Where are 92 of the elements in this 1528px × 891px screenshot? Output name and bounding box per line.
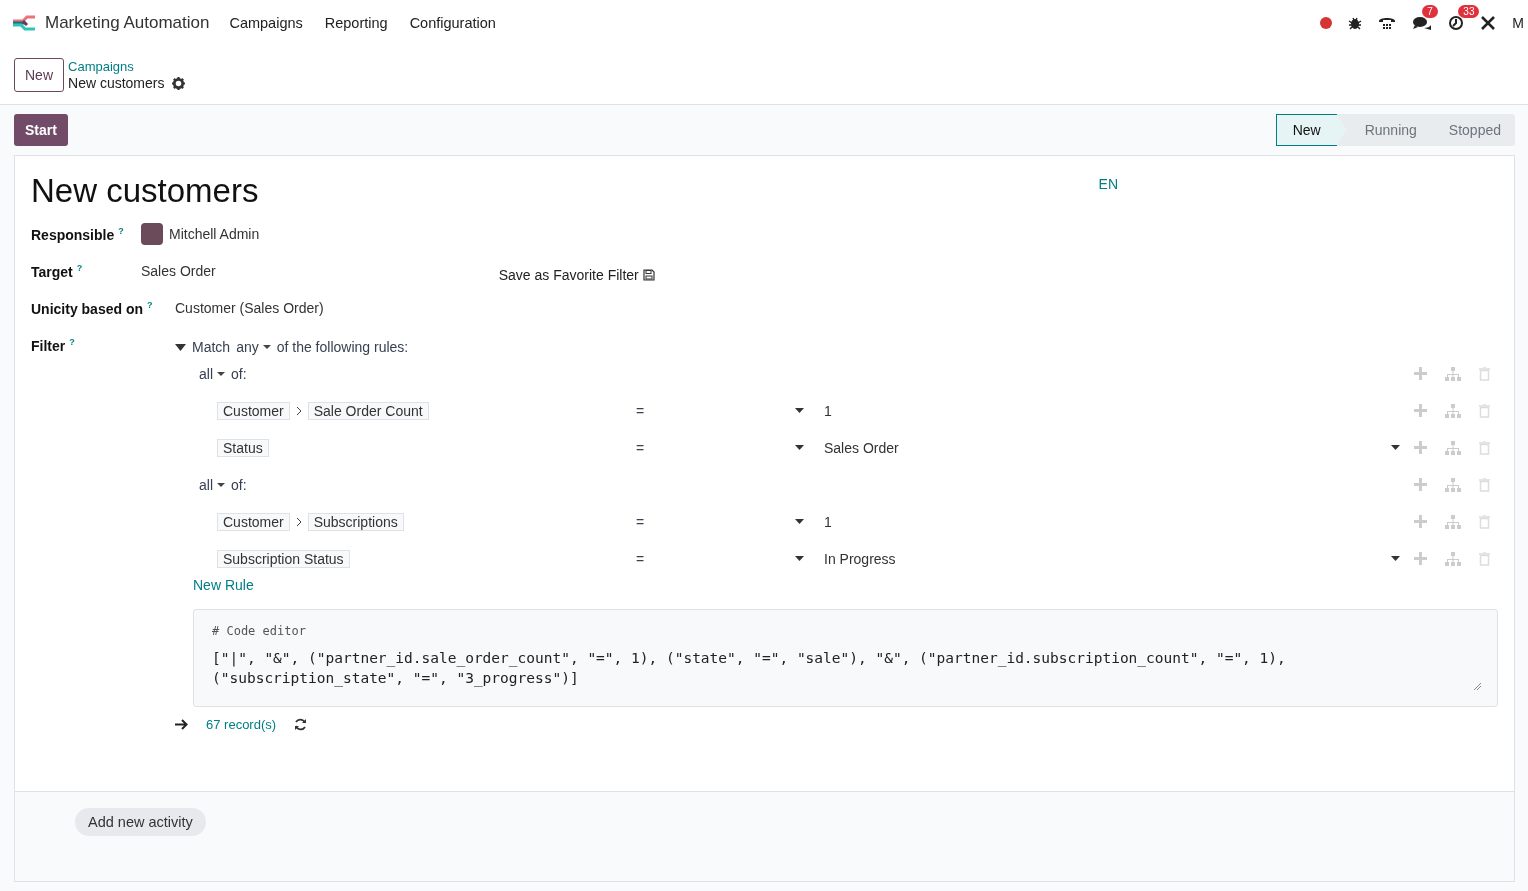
plus-icon[interactable] [1414,552,1427,565]
operator-select[interactable]: = [636,439,645,456]
breadcrumb-current: New customers [68,75,165,92]
dropdown-caret-icon[interactable] [795,556,804,561]
user-name[interactable]: M [1512,15,1524,31]
hierarchy-icon[interactable] [1445,514,1461,529]
bug-icon[interactable] [1348,16,1363,30]
plus-icon[interactable] [1414,404,1427,417]
field-value[interactable]: Customer (Sales Order) [175,300,324,316]
breadcrumb-link[interactable]: Campaigns [68,58,186,75]
field-path-tag[interactable]: Customer [217,401,290,420]
group-mode-select[interactable]: all [199,476,225,493]
plus-icon[interactable] [1414,515,1427,528]
field-path-tag[interactable]: Sale Order Count [307,401,429,420]
save-favorite-link[interactable]: Save as Favorite Filter [498,267,655,283]
field-label: Filter [31,337,66,354]
hierarchy-icon[interactable] [1445,403,1461,418]
plus-icon[interactable] [1414,441,1427,454]
status-dot-icon[interactable] [1320,17,1333,29]
menu-item[interactable]: Campaigns [229,15,303,31]
status-stage[interactable]: New [1275,114,1347,146]
app-logo-icon[interactable] [11,15,37,31]
rule-value[interactable]: In Progress [824,550,896,567]
message-count-badge: 7 [1422,5,1438,18]
help-tooltip[interactable]: ? [147,300,153,310]
field-label: Responsible [31,226,115,243]
code-editor[interactable]: # Code editor ["|", "&", ("partner_id.sale_order_count", "=", 1), ("state", "=", "sale"), "&", ("partner_id.subscription_count", "=", 1), ("subscription_state", "=", "3_progress")] [193,609,1498,707]
dropdown-caret-icon[interactable] [1391,556,1400,561]
trash-icon[interactable] [1479,440,1490,455]
language-link[interactable]: EN [1098,176,1118,192]
group-mode-select[interactable]: all [199,365,225,382]
field-path-tag[interactable]: Subscription Status [217,549,350,568]
field-label: Target [31,263,73,280]
help-tooltip[interactable]: ? [118,226,124,236]
add-activity-button[interactable]: Add new activity [75,808,206,836]
chevron-right-icon [295,405,302,416]
plus-icon[interactable] [1414,367,1427,380]
app-name[interactable]: Marketing Automation [45,13,210,33]
trash-icon[interactable] [1479,514,1490,529]
hierarchy-icon[interactable] [1445,440,1461,455]
trash-icon[interactable] [1479,366,1490,381]
start-button[interactable]: Start [14,114,68,146]
trash-icon[interactable] [1479,551,1490,566]
collapse-caret-icon[interactable] [175,343,186,351]
rule-value[interactable]: 1 [824,402,832,419]
activity-count-badge: 33 [1458,5,1480,18]
trash-icon[interactable] [1479,403,1490,418]
group-label: of: [231,476,247,493]
operator-select[interactable]: = [636,550,645,567]
chat-icon[interactable] [1412,15,1433,31]
resize-grip-icon[interactable] [1474,683,1481,690]
field-value[interactable]: Sales Order [141,263,216,279]
dropdown-caret-icon[interactable] [1391,445,1400,450]
chevron-right-icon [295,516,302,527]
phone-icon[interactable] [1378,15,1397,31]
new-rule-link[interactable]: New Rule [193,577,1498,593]
operator-select[interactable]: = [636,513,645,530]
dropdown-caret-icon[interactable] [795,408,804,413]
match-label: Match [192,339,231,355]
arrow-right-icon [175,719,188,730]
record-count-link[interactable]: 67 record(s) [206,717,277,732]
code-comment: # Code editor [212,624,307,638]
menu-item[interactable]: Configuration [409,15,496,31]
field-path-tag[interactable]: Subscriptions [307,512,404,531]
field-value[interactable]: Mitchell Admin [169,226,260,242]
code-text: ["|", "&", ("partner_id.sale_order_count", "=", 1), ("state", "=", "sale"), "&", ("partner_id.subscription_count", "=", 1), ("subscription_state", "=", "3_progress")] [212,649,1287,688]
help-tooltip[interactable]: ? [69,337,75,347]
plus-icon[interactable] [1414,478,1427,491]
settings-icon[interactable] [172,77,186,90]
operator-select[interactable]: = [636,402,645,419]
match-mode-select[interactable]: any [236,339,271,355]
field-path-tag[interactable]: Status [217,438,269,457]
menu-item[interactable]: Reporting [324,15,388,31]
hierarchy-icon[interactable] [1445,551,1461,566]
record-title: New customers [31,172,259,210]
field-label: Unicity based on [31,300,144,317]
hierarchy-icon[interactable] [1445,477,1461,492]
tools-icon[interactable] [1480,15,1497,31]
help-tooltip[interactable]: ? [76,263,83,273]
hierarchy-icon[interactable] [1445,366,1461,381]
trash-icon[interactable] [1479,477,1490,492]
dropdown-caret-icon[interactable] [795,519,804,524]
match-label: of the following rules: [276,339,409,355]
clock-icon[interactable] [1448,15,1465,31]
rule-value[interactable]: Sales Order [824,439,899,456]
rule-value[interactable]: 1 [824,513,832,530]
new-button[interactable]: New [14,58,64,92]
dropdown-caret-icon[interactable] [795,445,804,450]
avatar-placeholder [141,223,163,245]
refresh-icon[interactable] [294,718,308,731]
group-label: of: [231,365,247,382]
field-path-tag[interactable]: Customer [217,512,290,531]
